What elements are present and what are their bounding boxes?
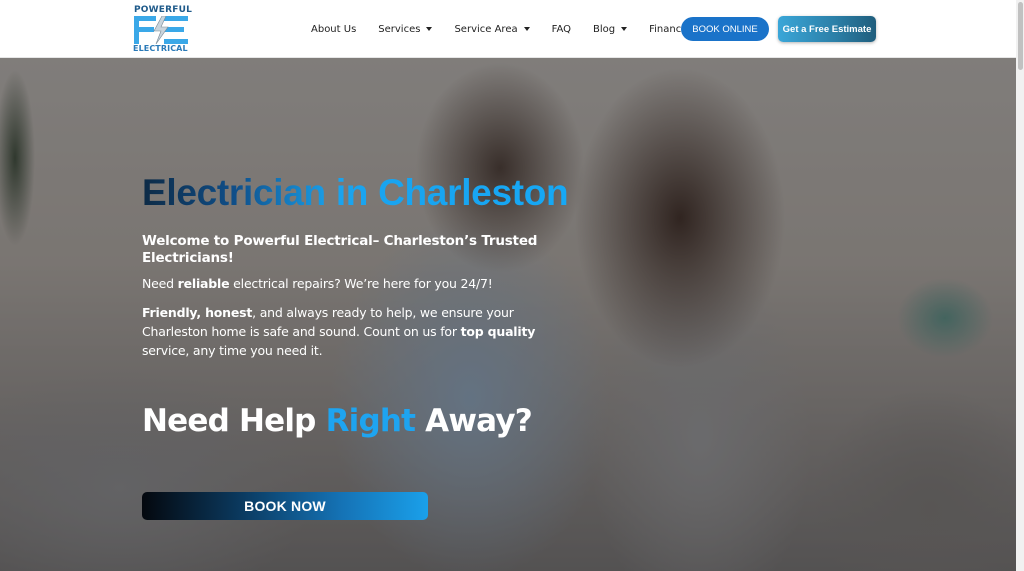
site-header: POWERFUL ELECTRICAL About Us Services Se…: [0, 0, 1016, 58]
site-logo[interactable]: POWERFUL ELECTRICAL: [133, 4, 193, 54]
nav-label: Service Area: [454, 23, 518, 35]
text: Need Help: [142, 403, 326, 439]
nav-service-area[interactable]: Service Area: [454, 23, 530, 35]
hero-title: Electrician in Charleston: [142, 172, 569, 213]
logo-top-text: POWERFUL: [134, 5, 193, 15]
nav-services[interactable]: Services: [378, 23, 433, 35]
logo-mark-icon: [134, 16, 188, 44]
free-estimate-button[interactable]: Get a Free Estimate: [778, 16, 876, 42]
text: Need: [142, 276, 178, 291]
logo-bottom-text: ELECTRICAL: [133, 44, 188, 53]
hero-paragraph-2: Friendly, honest, and always ready to he…: [142, 303, 572, 360]
nav-label: Blog: [592, 23, 616, 35]
caret-down-icon: [523, 27, 530, 31]
nav-label: Services: [378, 23, 421, 35]
book-now-button[interactable]: BOOK NOW: [142, 492, 428, 520]
book-online-button[interactable]: BOOK ONLINE: [681, 17, 769, 41]
hero-welcome-text: Welcome to Powerful Electrical– Charlest…: [142, 233, 538, 266]
main-nav: About Us Services Service Area FAQ Blog …: [311, 0, 719, 58]
caret-down-icon: [621, 27, 628, 31]
bold-text: Friendly, honest: [142, 305, 253, 320]
hero-section: Electrician in Charleston Welcome to Pow…: [0, 58, 1016, 571]
text: Away?: [415, 403, 533, 439]
text: electrical repairs? We’re here for you 2…: [229, 276, 493, 291]
scrollbar-thumb[interactable]: [1018, 2, 1023, 70]
nav-label: FAQ: [551, 23, 571, 35]
nav-blog[interactable]: Blog: [592, 23, 628, 35]
nav-faq[interactable]: FAQ: [552, 24, 571, 35]
bold-text: top quality: [460, 324, 536, 339]
text: service, any time you need it.: [142, 343, 323, 358]
accent-text: Right: [325, 403, 416, 439]
nav-label: About Us: [311, 23, 357, 35]
hero-paragraph-1: Need reliable electrical repairs? We’re …: [142, 276, 562, 291]
nav-about-us[interactable]: About Us: [311, 24, 356, 35]
caret-down-icon: [426, 27, 433, 31]
bold-text: reliable: [177, 276, 230, 291]
hero-subheading: Need Help Right Away?: [142, 403, 533, 439]
scrollbar-track[interactable]: [1016, 0, 1024, 571]
